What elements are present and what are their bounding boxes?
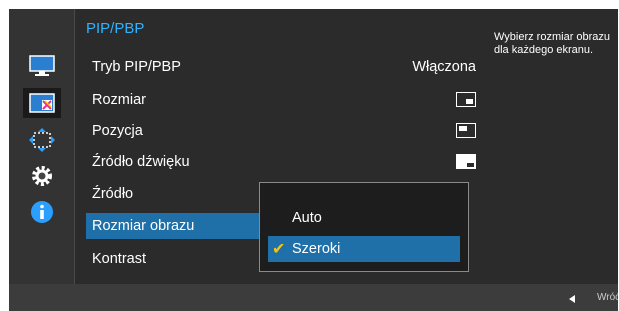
menu-item-position[interactable]: Pozycja [86,118,476,144]
menu-item-size[interactable]: Rozmiar [86,87,476,113]
settings-gear-icon[interactable] [23,161,61,191]
checkmark-icon: ✔ [272,241,286,258]
return-label[interactable]: Wróć [597,292,618,303]
popup-option-label: Auto [292,210,322,226]
menu-item-label: Pozycja [92,123,143,139]
popup-option-wide[interactable]: ✔ Szeroki [268,236,460,262]
pip-size-icon [456,92,476,107]
menu-item-label: Rozmiar [92,92,146,108]
picture-size-popup: Auto ✔ Szeroki [259,182,469,272]
sound-source-icon [456,154,476,169]
return-arrow-icon[interactable] [569,295,575,303]
pip-position-icon [456,123,476,138]
pip-mode-value: Włączona [412,59,476,75]
menu-item-label: Źródło dźwięku [92,154,190,170]
menu-item-label: Rozmiar obrazu [92,218,195,234]
popup-option-label: Szeroki [292,241,341,257]
pip-pbp-icon[interactable] [23,88,61,118]
menu-title: PIP/PBP [86,20,145,37]
help-panel: Wybierz rozmiar obrazu dla każdego ekran… [487,9,618,284]
menu-item-sound-source[interactable]: Źródło dźwięku [86,149,476,175]
footer-bar: Wróć [9,284,618,311]
menu-item-pip-mode[interactable]: Tryb PIP/PBP Włączona [86,54,476,80]
menu-item-label: Tryb PIP/PBP [92,59,181,75]
picture-icon[interactable] [23,51,61,81]
help-text: Wybierz rozmiar obrazu dla każdego ekran… [494,31,611,56]
osd-window: PIP/PBP Tryb PIP/PBP Włączona Rozmiar Po… [9,9,618,311]
popup-option-auto[interactable]: Auto [268,205,460,231]
info-icon[interactable] [23,197,61,227]
icon-sidebar [9,9,74,284]
position-arrows-icon[interactable] [23,125,61,155]
menu-item-picture-size[interactable]: Rozmiar obrazu [86,213,268,239]
menu-item-label: Kontrast [92,251,146,267]
menu-item-label: Źródło [92,186,134,202]
